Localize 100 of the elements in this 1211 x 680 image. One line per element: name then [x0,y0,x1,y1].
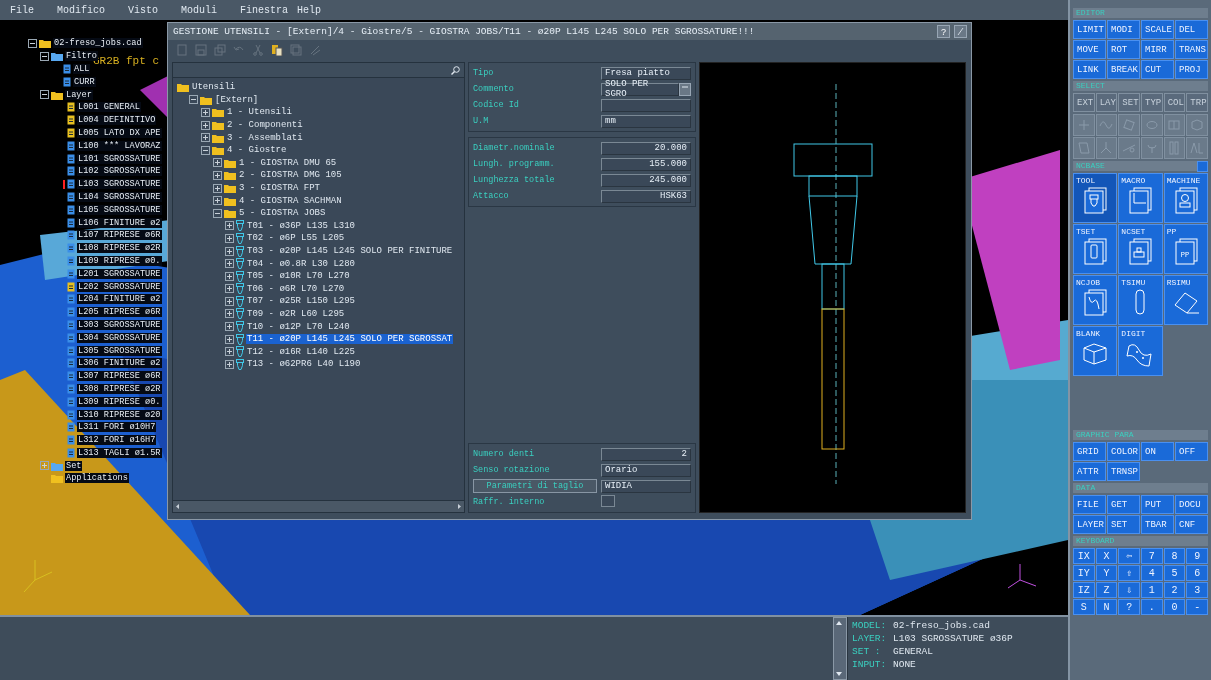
expand-toggle[interactable] [40,90,49,100]
toolbar-tile[interactable]: BLANK [1073,326,1118,376]
scroll-right-icon[interactable] [455,502,464,511]
tree-item[interactable]: CURR [73,76,96,87]
command-button[interactable]: PUT [1141,495,1174,514]
command-button[interactable]: LAYER [1073,515,1106,534]
tree-item[interactable]: Filtro [65,51,98,62]
menu-item[interactable]: Modifico [57,4,115,16]
command-button[interactable]: ATTR [1073,462,1106,481]
tree-item[interactable]: 4 - GIOSTRA SACHMAN [238,195,343,206]
tree-item[interactable]: L313 TAGLI ø1.5R [77,447,162,458]
scroll-left-icon[interactable] [173,502,182,511]
command-button[interactable]: TRNSP [1107,462,1140,481]
command-button[interactable]: OFF [1175,442,1208,461]
toolbar-tile[interactable]: NCSET [1118,224,1163,274]
keyboard-key[interactable]: IY [1073,565,1095,581]
expand-toggle[interactable] [201,120,210,130]
tree-item[interactable]: L204 FINITURE ø2 [77,294,162,305]
tree-item[interactable]: L201 SGROSSATURE [77,268,162,279]
tree-item[interactable]: L205 RIPRESE ø6R [77,307,162,318]
command-button[interactable]: BREAK [1107,60,1140,79]
command-button[interactable]: MODI [1107,20,1140,39]
keyboard-key[interactable]: 7 [1141,548,1163,564]
expand-toggle[interactable] [225,309,234,319]
tree-item[interactable]: L305 SGROSSATURE [77,345,162,356]
tree-item[interactable]: T09 - ø2R L60 L295 [246,309,346,319]
command-button[interactable]: GRID [1073,442,1106,461]
toolbar-tile[interactable]: TSET [1073,224,1118,274]
menu-item[interactable]: Help [297,4,331,16]
tree-item[interactable]: Set [65,460,83,471]
vertical-scrollbar[interactable] [833,617,847,680]
help-button[interactable]: ? [937,25,950,38]
tree-item[interactable]: T05 - ø10R L70 L270 [246,271,351,282]
tree-item[interactable]: L105 SGROSSATURE [77,204,162,215]
input-field[interactable]: HSK63 [601,189,691,203]
tree-item[interactable]: L100 *** LAVORAZ [77,140,162,151]
tree-item[interactable]: T13 - ø62PR6 L40 L190 [246,359,362,370]
input-field[interactable]: 2 [601,447,691,461]
toolbar-tile[interactable]: RSIMU [1163,275,1208,325]
tree-item[interactable]: 2 - GIOSTRA DMG 105 [238,170,343,181]
command-button[interactable]: PROJ [1175,60,1208,79]
tree-item[interactable]: 1 - Utensili [226,107,293,118]
horizontal-scrollbar[interactable] [173,500,464,512]
checkbox[interactable] [601,494,615,507]
expand-toggle[interactable] [225,347,234,357]
tree-item[interactable]: T06 - ø6R L70 L270 [246,283,346,294]
expand-toggle[interactable] [40,461,49,471]
keyboard-key[interactable]: 5 [1163,565,1186,581]
tree-item[interactable]: T07 - ø25R L150 L295 [246,296,357,307]
tree-item[interactable]: 3 - Assemblati [226,132,304,143]
tree-item[interactable]: [Extern] [214,94,260,105]
keyboard-key[interactable]: Y [1095,565,1118,581]
command-button[interactable]: TRANS [1175,40,1208,59]
command-button[interactable]: CUT [1141,60,1174,79]
tree-item[interactable]: L303 SGROSSATURE [77,319,162,330]
expand-toggle[interactable] [225,271,234,281]
tree-item[interactable]: L109 RIPRESE ø0. [77,255,162,266]
command-button[interactable]: DOCU [1175,495,1208,514]
expand-toggle[interactable] [213,183,222,193]
tree-item[interactable]: L104 SGROSSATURE [77,191,162,202]
tree-item[interactable]: T12 - ø16R L140 L225 [246,346,357,357]
command-button[interactable]: MIRR [1141,40,1174,59]
keyboard-key[interactable]: N [1095,599,1118,615]
keyboard-key[interactable]: 8 [1163,548,1186,564]
toolbar-tile[interactable]: TOOL [1073,173,1118,223]
command-button[interactable]: COLOR [1107,442,1140,461]
dropdown-icon[interactable] [679,82,691,96]
expand-toggle[interactable] [225,359,234,369]
tree-item[interactable]: 5 - GIOSTRA JOBS [238,208,327,219]
expand-toggle[interactable] [225,221,234,231]
menu-item[interactable]: Visto [128,4,168,16]
expand-toggle[interactable] [225,296,234,306]
keyboard-key[interactable]: 9 [1186,548,1208,564]
command-button[interactable]: CNF [1175,515,1208,534]
tree-item[interactable]: 1 - GIOSTRA DMU 65 [238,157,338,168]
keyboard-key[interactable]: . [1141,599,1163,615]
keyboard-key[interactable]: ⇦ [1118,548,1140,564]
menu-item[interactable]: File [10,4,43,16]
expand-toggle[interactable] [201,108,210,117]
tree-item[interactable]: L312 FORI ø16H7 [77,435,157,446]
keyboard-key[interactable]: 3 [1186,582,1208,598]
combo-field[interactable]: SOLO PER SGRO [601,82,679,96]
tree-item[interactable]: L101 SGROSSATURE [77,153,162,164]
tree-item[interactable]: T01 - ø36P L135 L310 [246,220,357,231]
tree-item[interactable]: L309 RIPRESE ø0. [77,396,162,407]
keyboard-key[interactable]: 2 [1163,582,1186,598]
expand-toggle[interactable] [201,145,210,155]
tree-item[interactable]: Layer [65,89,93,100]
tree-item[interactable]: L304 SGROSSATURE [77,332,162,343]
keyboard-key[interactable]: 6 [1186,565,1208,581]
keyboard-key[interactable]: IZ [1073,582,1095,598]
keyboard-key[interactable]: ⇧ [1118,565,1140,581]
command-button[interactable]: TBAR [1141,515,1174,534]
toolbar-tile[interactable]: MACRO [1118,173,1163,223]
tree-item[interactable]: Applications [65,473,129,484]
expand-toggle[interactable] [189,95,198,105]
tree-item[interactable]: 2 - Componenti [226,120,304,131]
expand-toggle[interactable] [28,38,37,48]
command-button[interactable]: SET [1107,515,1140,534]
toolbar-tile[interactable]: NCJOB [1073,275,1118,325]
